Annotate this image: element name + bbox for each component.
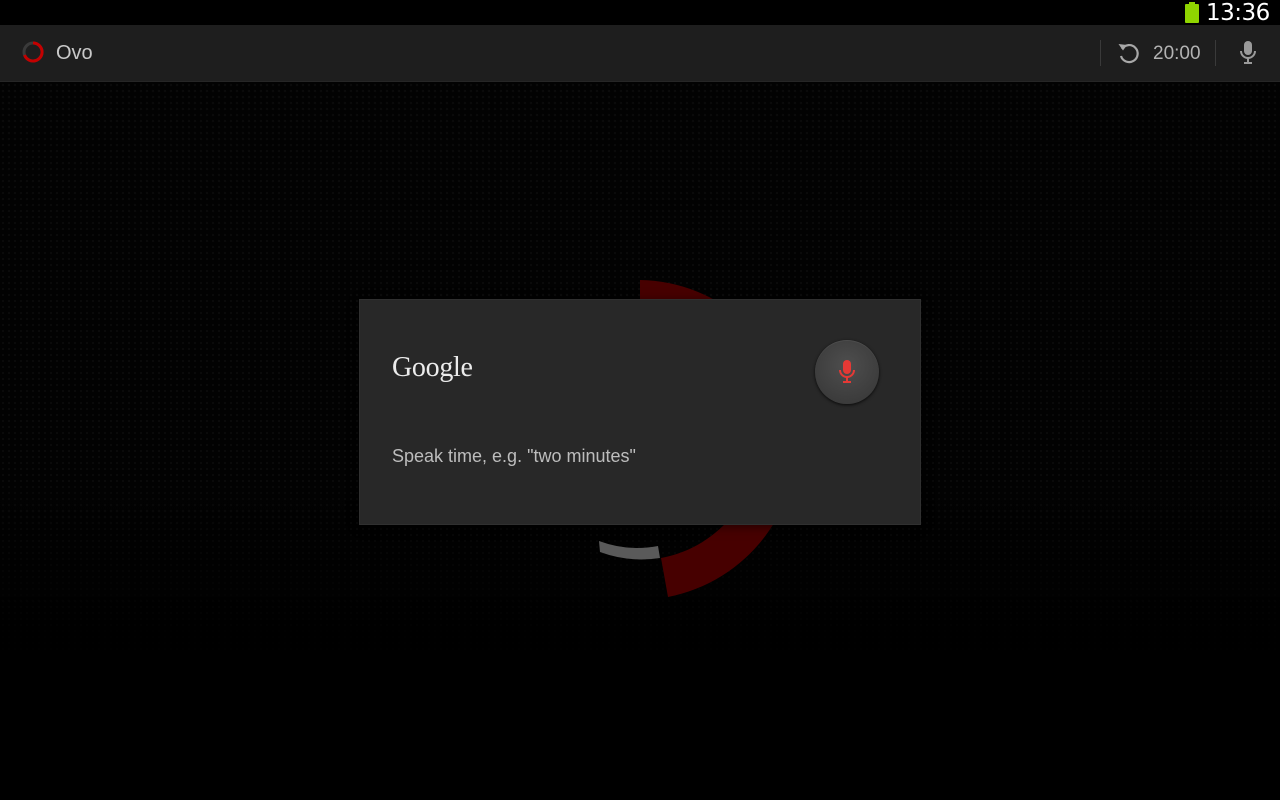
screen: 13:36 Ovo 20:00 Google Speak time, e.g. …	[0, 0, 1280, 800]
google-logo: Google	[392, 352, 473, 383]
action-divider	[1215, 40, 1216, 66]
voice-input-button[interactable]	[1228, 25, 1268, 81]
speak-now-button[interactable]	[815, 340, 879, 404]
timer-logo-icon[interactable]	[21, 40, 45, 64]
microphone-icon	[1240, 41, 1256, 64]
status-bar: 13:36	[0, 0, 1280, 26]
voice-search-dialog: Google Speak time, e.g. "two minutes"	[360, 300, 920, 524]
reset-timer-button[interactable]: 20:00	[1106, 25, 1212, 81]
status-clock: 13:36	[1206, 0, 1270, 26]
action-divider	[1100, 40, 1101, 66]
voice-prompt-text: Speak time, e.g. "two minutes"	[392, 446, 636, 466]
reset-time-label: 20:00	[1153, 43, 1201, 64]
battery-full-icon	[1185, 2, 1199, 23]
app-title: Ovo	[56, 42, 93, 64]
reset-icon	[1118, 44, 1139, 64]
microphone-icon	[839, 360, 855, 383]
action-bar: Ovo 20:00	[0, 25, 1280, 82]
